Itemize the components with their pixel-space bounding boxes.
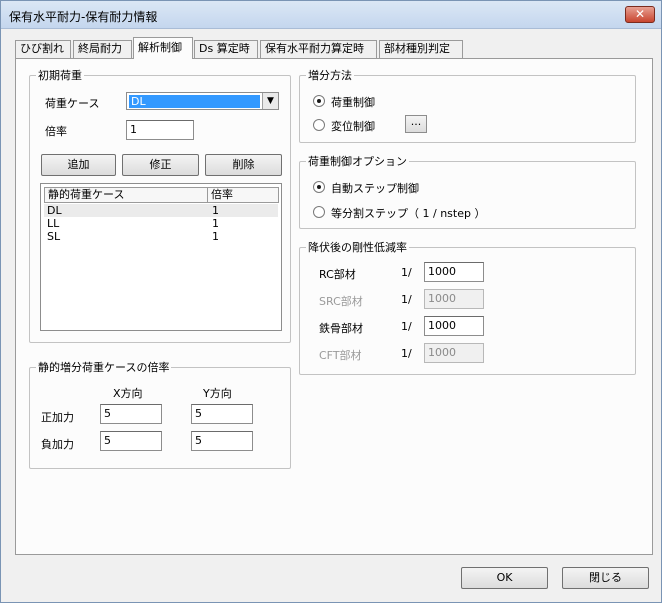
tab-horizontal-capacity[interactable]: 保有水平耐力算定時 [260,40,377,58]
load-control-options-legend: 荷重制御オプション [308,155,407,168]
positive-load-label: 正加力 [41,411,74,424]
positive-y-input[interactable]: 5 [191,404,253,424]
column-header-factor[interactable]: 倍率 [207,187,279,203]
row-case: DL [47,204,62,217]
auto-step-radio[interactable] [313,181,325,193]
window-title: 保有水平耐力-保有耐力情報 [9,10,158,24]
positive-x-input[interactable]: 5 [100,404,162,424]
static-load-case-list[interactable]: 静的荷重ケース 倍率 DL 1 LL 1 SL 1 [40,183,282,331]
src-ratio-prefix: 1/ [401,293,412,306]
factor-label: 倍率 [45,125,67,138]
rc-member-label: RC部材 [319,268,356,281]
tab-analysis-control[interactable]: 解析制御 [133,37,193,59]
steel-member-label: 鉄骨部材 [319,322,363,335]
edit-button[interactable]: 修正 [122,154,199,176]
src-reduction-input: 1000 [424,289,484,309]
row-case: LL [47,217,60,230]
cft-reduction-input: 1000 [424,343,484,363]
negative-x-input[interactable]: 5 [100,431,162,451]
chevron-down-icon[interactable]: ▼ [262,93,278,109]
rc-reduction-input[interactable]: 1000 [424,262,484,282]
equal-step-label[interactable]: 等分割ステップ（ 1 / nstep ） [331,205,485,221]
incremental-factor-legend: 静的増分荷重ケースの倍率 [38,361,170,374]
disp-control-settings-button[interactable]: ... [405,115,427,133]
tab-ultimate-strength[interactable]: 終局耐力 [73,40,132,58]
tab-cracking[interactable]: ひび割れ [15,40,71,58]
list-header: 静的荷重ケース 倍率 [44,187,279,203]
list-item[interactable]: LL 1 [44,217,278,230]
equal-step-radio[interactable] [313,206,325,218]
src-member-label: SRC部材 [319,295,363,308]
ok-button[interactable]: OK [461,567,548,589]
row-factor: 1 [212,217,219,230]
dialog-window: 保有水平耐力-保有耐力情報 ✕ ひび割れ 終局耐力 解析制御 Ds 算定時 保有… [0,0,662,603]
y-direction-header: Y方向 [203,387,232,400]
factor-input[interactable]: 1 [126,120,194,140]
initial-load-legend: 初期荷重 [38,69,82,82]
column-header-load-case[interactable]: 静的荷重ケース [44,187,208,203]
add-button[interactable]: 追加 [41,154,116,176]
disp-control-radio[interactable] [313,119,325,131]
close-button[interactable]: 閉じる [562,567,649,589]
row-factor: 1 [212,204,219,217]
x-direction-header: X方向 [113,387,143,400]
rc-ratio-prefix: 1/ [401,266,412,279]
delete-button[interactable]: 削除 [205,154,282,176]
negative-load-label: 負加力 [41,438,74,451]
load-case-select[interactable]: DL ▼ [126,92,279,110]
auto-step-label[interactable]: 自動ステップ制御 [331,180,419,196]
tab-member-type[interactable]: 部材種別判定 [379,40,463,58]
close-window-button[interactable]: ✕ [625,6,655,23]
cft-ratio-prefix: 1/ [401,347,412,360]
cft-member-label: CFT部材 [319,349,362,362]
load-control-label[interactable]: 荷重制御 [331,94,375,110]
stiffness-reduction-legend: 降伏後の剛性低減率 [308,241,407,254]
tab-ds-calculation[interactable]: Ds 算定時 [194,40,258,58]
list-item[interactable]: SL 1 [44,230,278,243]
list-item[interactable]: DL 1 [44,204,278,217]
steel-ratio-prefix: 1/ [401,320,412,333]
disp-control-label[interactable]: 変位制御 [331,118,375,134]
load-control-radio[interactable] [313,95,325,107]
steel-reduction-input[interactable]: 1000 [424,316,484,336]
load-case-value: DL [129,95,260,108]
negative-y-input[interactable]: 5 [191,431,253,451]
title-bar[interactable]: 保有水平耐力-保有耐力情報 ✕ [1,1,661,29]
row-factor: 1 [212,230,219,243]
increment-method-legend: 増分方法 [308,69,352,82]
row-case: SL [47,230,61,243]
load-case-label: 荷重ケース [45,97,100,110]
close-icon: ✕ [634,7,646,21]
